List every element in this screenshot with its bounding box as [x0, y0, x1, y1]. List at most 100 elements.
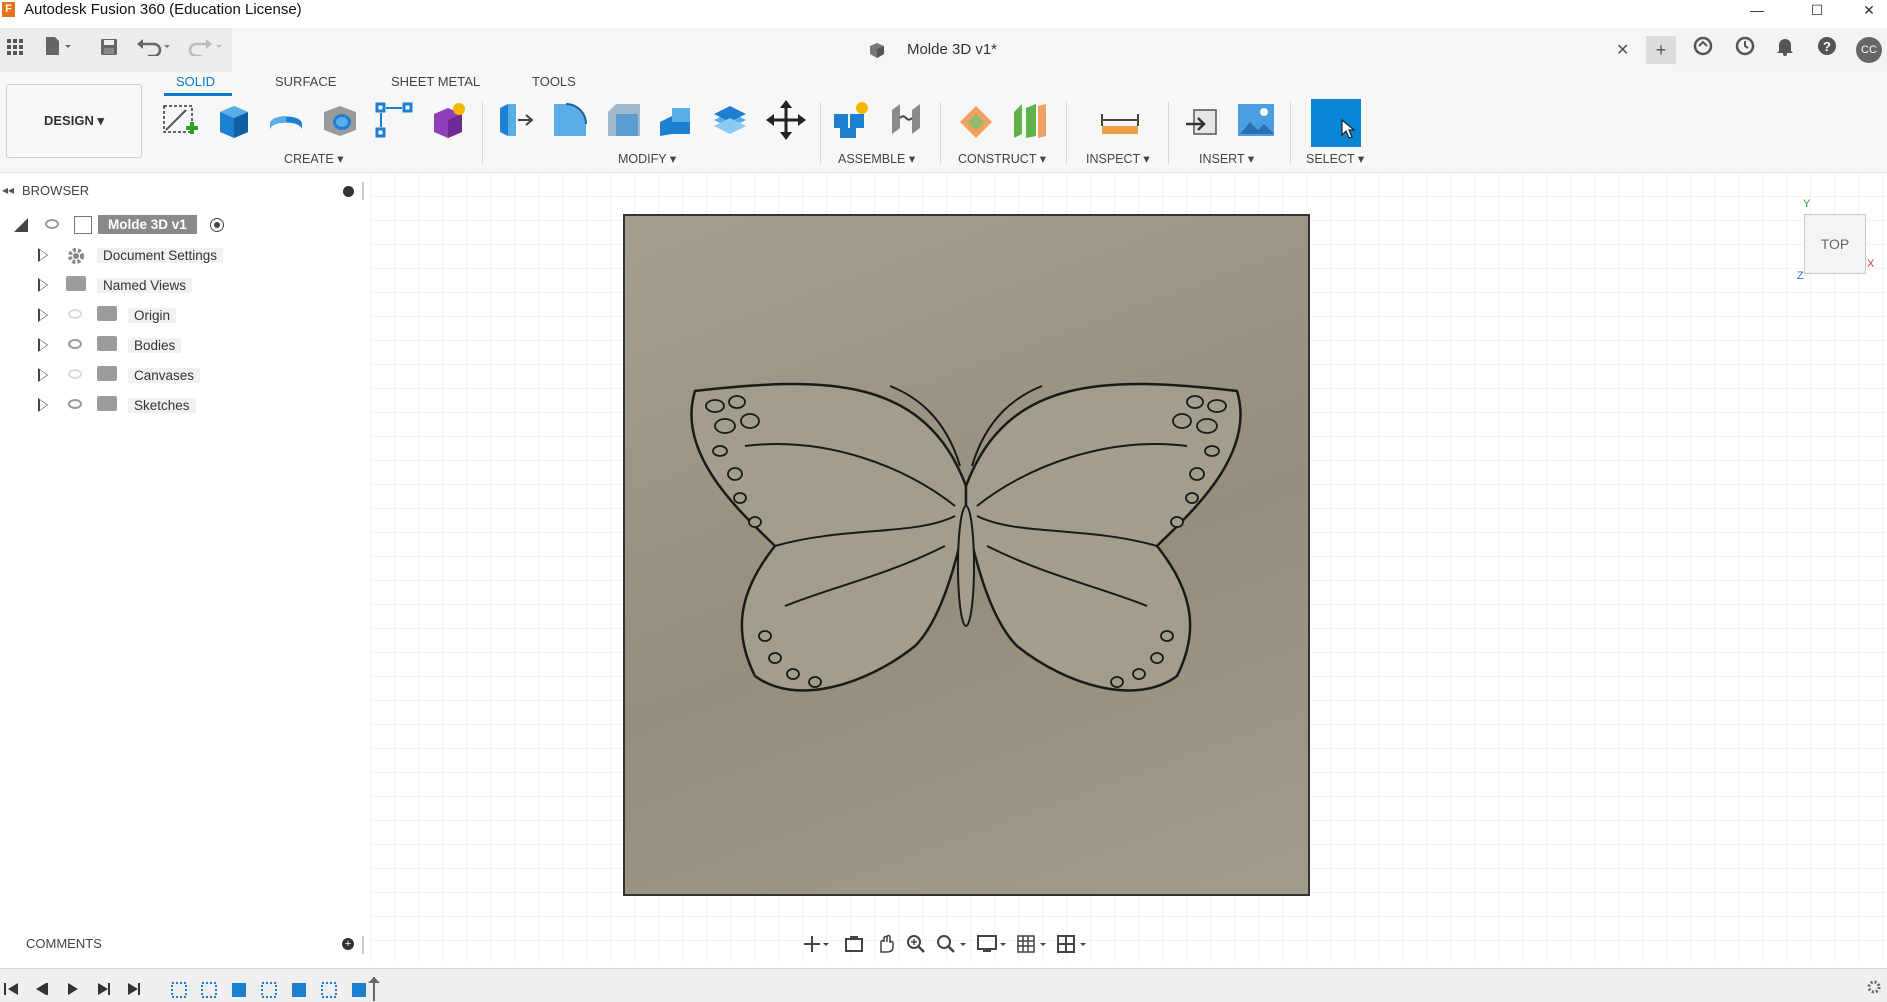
job-status-icon[interactable]	[1730, 36, 1760, 64]
combine-icon[interactable]	[710, 100, 750, 140]
collapse-triangle-icon[interactable]	[14, 218, 28, 232]
display-settings-icon[interactable]	[976, 934, 1008, 954]
file-menu-icon[interactable]	[38, 36, 78, 64]
tab-sheet-metal[interactable]: SHEET METAL	[391, 74, 480, 89]
new-component-icon[interactable]	[832, 100, 872, 140]
expand-arrow-icon[interactable]	[38, 338, 48, 352]
insert-derive-icon[interactable]	[1184, 100, 1224, 140]
zoom-icon[interactable]	[906, 934, 926, 954]
comments-panel-header[interactable]: COMMENTS +	[0, 930, 370, 960]
browser-title: BROWSER	[22, 183, 90, 198]
browser-item-sketches[interactable]: Sketches	[0, 390, 370, 420]
timeline-features[interactable]	[170, 975, 390, 1001]
cursor-arrow-icon	[1341, 119, 1355, 139]
maximize-button[interactable]: ☐	[1794, 0, 1840, 20]
browser-item-named-views[interactable]: Named Views	[0, 270, 370, 300]
undo-icon[interactable]	[132, 36, 176, 64]
browser-item-canvases[interactable]: Canvases	[0, 360, 370, 390]
timeline-playback-controls[interactable]	[2, 979, 152, 999]
move-copy-icon[interactable]	[766, 100, 806, 140]
shell-icon[interactable]	[656, 100, 696, 140]
select-group-label[interactable]: SELECT ▾	[1306, 151, 1364, 166]
pan-hand-icon[interactable]	[876, 934, 896, 954]
select-button[interactable]	[1311, 99, 1361, 147]
browser-root-row[interactable]: Molde 3D v1	[0, 210, 370, 240]
axis-x-label: X	[1867, 258, 1875, 270]
visibility-eye-icon[interactable]	[68, 399, 82, 409]
browser-item-bodies[interactable]: Bodies	[0, 330, 370, 360]
visibility-off-eye-icon[interactable]	[68, 309, 82, 319]
tab-solid[interactable]: SOLID	[176, 74, 215, 89]
browser-options-icon[interactable]	[343, 186, 354, 197]
view-cube[interactable]: TOP	[1804, 214, 1866, 274]
measure-icon[interactable]	[1100, 100, 1140, 140]
add-comment-icon[interactable]: +	[342, 938, 354, 950]
divider	[820, 102, 821, 164]
activate-radio-icon[interactable]	[210, 218, 224, 232]
expand-arrow-icon[interactable]	[38, 308, 48, 322]
expand-arrow-icon[interactable]	[38, 398, 48, 412]
notifications-bell-icon[interactable]	[1770, 36, 1800, 64]
tree-item-label: Origin	[128, 308, 177, 323]
joint-icon[interactable]	[886, 100, 926, 140]
browser-header: ◂◂ BROWSER	[0, 178, 370, 204]
offset-plane-icon[interactable]	[956, 100, 996, 140]
folder-icon	[97, 366, 117, 381]
assemble-group-label[interactable]: ASSEMBLE ▾	[838, 151, 915, 166]
plane-at-angle-icon[interactable]	[1010, 100, 1050, 140]
data-panel-grid-icon[interactable]	[0, 36, 30, 64]
visibility-eye-icon[interactable]	[45, 219, 59, 229]
tab-surface[interactable]: SURFACE	[275, 74, 336, 89]
fusion-logo-icon: F	[2, 2, 15, 17]
help-icon[interactable]: ?	[1812, 36, 1842, 64]
create-sketch-icon[interactable]	[160, 100, 200, 140]
grid-snaps-icon[interactable]	[1016, 934, 1048, 954]
canvas-image-icon[interactable]	[1236, 100, 1276, 140]
hole-icon[interactable]	[320, 100, 360, 140]
expand-arrow-icon[interactable]	[38, 248, 48, 262]
inspect-group-label[interactable]: INSPECT ▾	[1086, 151, 1150, 166]
create-form-icon[interactable]	[428, 100, 468, 140]
close-tab-button[interactable]: ✕	[1616, 40, 1629, 60]
close-button[interactable]: ✕	[1846, 0, 1887, 20]
document-tab[interactable]: Molde 3D v1* ✕	[232, 28, 1672, 72]
new-tab-button[interactable]: +	[1646, 36, 1676, 64]
folder-icon	[97, 336, 117, 351]
panel-grip[interactable]	[362, 182, 364, 200]
look-at-icon[interactable]	[844, 934, 864, 954]
tree-item-label: Document Settings	[97, 248, 224, 263]
expand-arrow-icon[interactable]	[38, 368, 48, 382]
collapse-browser-icon[interactable]: ◂◂	[2, 183, 14, 197]
save-icon[interactable]	[94, 36, 124, 64]
timeline-settings-gear-icon[interactable]	[1866, 979, 1882, 995]
workspace-switcher-button[interactable]: DESIGN ▾	[6, 84, 142, 158]
fit-zoom-icon[interactable]	[936, 934, 968, 954]
redo-icon[interactable]	[184, 36, 228, 64]
mold-body[interactable]	[623, 214, 1310, 896]
title-bar: F Autodesk Fusion 360 (Education License…	[0, 0, 1887, 20]
extensions-icon[interactable]	[1688, 36, 1718, 64]
root-component-label[interactable]: Molde 3D v1	[98, 215, 197, 234]
visibility-eye-icon[interactable]	[68, 339, 82, 349]
expand-arrow-icon[interactable]	[38, 278, 48, 292]
user-avatar[interactable]: CC	[1856, 37, 1882, 63]
revolve-icon[interactable]	[266, 100, 306, 140]
divider	[482, 102, 483, 164]
viewports-icon[interactable]	[1056, 934, 1088, 954]
orbit-icon[interactable]	[802, 934, 830, 954]
construct-group-label[interactable]: CONSTRUCT ▾	[958, 151, 1046, 166]
modify-group-label[interactable]: MODIFY ▾	[618, 151, 676, 166]
fillet-icon[interactable]	[550, 100, 590, 140]
minimize-button[interactable]: —	[1734, 0, 1780, 20]
insert-group-label[interactable]: INSERT ▾	[1199, 151, 1254, 166]
panel-grip[interactable]	[362, 936, 364, 954]
browser-item-document-settings[interactable]: Document Settings	[0, 240, 370, 270]
browser-item-origin[interactable]: Origin	[0, 300, 370, 330]
chamfer-icon[interactable]	[604, 100, 644, 140]
rectangular-pattern-icon[interactable]	[374, 100, 414, 140]
tab-tools[interactable]: TOOLS	[532, 74, 576, 89]
extrude-icon[interactable]	[214, 100, 254, 140]
press-pull-icon[interactable]	[496, 100, 536, 140]
create-group-label[interactable]: CREATE ▾	[284, 151, 344, 166]
visibility-off-eye-icon[interactable]	[68, 369, 82, 379]
